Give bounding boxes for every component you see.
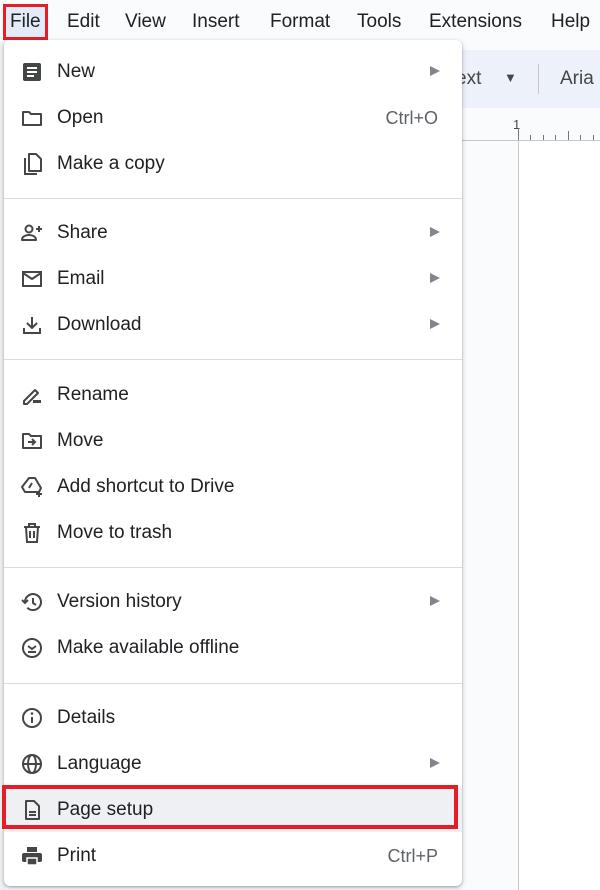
- menu-divider: [4, 198, 462, 199]
- menu-item-label: Page setup: [57, 799, 154, 820]
- menu-item-label: Version history: [57, 591, 182, 612]
- menu-divider: [4, 683, 462, 684]
- history-icon: [20, 590, 44, 614]
- ruler-tick: [580, 135, 581, 140]
- menubar: File Edit View Insert Format Tools Exten…: [0, 0, 600, 42]
- move-folder-icon: [20, 429, 44, 453]
- chevron-down-icon[interactable]: ▼: [504, 70, 517, 85]
- menu-divider: [4, 359, 462, 360]
- submenu-arrow-icon: [430, 596, 440, 606]
- menu-item-label: Move: [57, 430, 104, 451]
- menu-help[interactable]: Help: [547, 9, 594, 35]
- docs-icon: [20, 60, 44, 84]
- ruler-tick: [555, 135, 556, 140]
- submenu-arrow-icon: [430, 66, 440, 76]
- menu-item-move-to-trash[interactable]: Move to trash: [4, 511, 462, 555]
- menu-item-share[interactable]: Share: [4, 211, 462, 255]
- folder-icon: [20, 106, 44, 130]
- offline-icon: [20, 636, 44, 660]
- menu-item-label: Email: [57, 268, 105, 289]
- info-icon: [20, 706, 44, 730]
- menu-format[interactable]: Format: [266, 9, 334, 35]
- file-menu: New Open Ctrl+O Make a copy Share Email …: [4, 40, 462, 886]
- menu-item-add-shortcut[interactable]: Add shortcut to Drive: [4, 465, 462, 509]
- ruler-tick: [593, 135, 594, 140]
- menu-item-label: Share: [57, 222, 108, 243]
- menu-item-label: Make available offline: [57, 637, 240, 658]
- menu-item-label: Add shortcut to Drive: [57, 476, 235, 497]
- menu-item-label: Download: [57, 314, 142, 335]
- menu-item-language[interactable]: Language: [4, 742, 462, 786]
- ruler-tick: [518, 128, 519, 140]
- menu-item-label: New: [57, 61, 96, 82]
- menu-item-label: Make a copy: [57, 153, 165, 174]
- submenu-arrow-icon: [430, 319, 440, 329]
- person-add-icon: [20, 221, 44, 245]
- menu-item-version-history[interactable]: Version history: [4, 580, 462, 624]
- download-icon: [20, 313, 44, 337]
- menu-item-email[interactable]: Email: [4, 257, 462, 301]
- menu-item-make-a-copy[interactable]: Make a copy: [4, 142, 462, 186]
- menu-item-new[interactable]: New: [4, 50, 462, 94]
- menu-item-label: Language: [57, 753, 142, 774]
- menu-item-download[interactable]: Download: [4, 303, 462, 347]
- menu-item-label: Rename: [57, 384, 129, 405]
- menu-item-print[interactable]: Print Ctrl+P: [4, 834, 462, 878]
- toolbar: ext ▼ Aria: [440, 50, 600, 108]
- menu-view[interactable]: View: [121, 9, 170, 35]
- menu-item-move[interactable]: Move: [4, 419, 462, 463]
- menu-item-make-available-offline[interactable]: Make available offline: [4, 626, 462, 670]
- document-page[interactable]: [518, 141, 600, 890]
- submenu-arrow-icon: [430, 758, 440, 768]
- menu-item-rename[interactable]: Rename: [4, 373, 462, 417]
- menu-item-details[interactable]: Details: [4, 696, 462, 740]
- menu-insert[interactable]: Insert: [188, 9, 244, 35]
- trash-icon: [20, 521, 44, 545]
- menu-file[interactable]: File: [3, 4, 48, 40]
- menu-edit[interactable]: Edit: [63, 9, 104, 35]
- menu-divider: [4, 567, 462, 568]
- menu-item-label: Print: [57, 845, 97, 866]
- globe-icon: [20, 752, 44, 776]
- copy-icon: [20, 152, 44, 176]
- menu-item-page-setup[interactable]: Page setup: [4, 788, 462, 832]
- menu-item-label: Move to trash: [57, 522, 173, 543]
- ruler-tick: [530, 135, 531, 140]
- font-select[interactable]: Aria: [560, 68, 594, 90]
- rename-pencil-icon: [20, 383, 44, 407]
- menu-tools[interactable]: Tools: [353, 9, 405, 35]
- toolbar-divider: [538, 64, 539, 94]
- submenu-arrow-icon: [430, 273, 440, 283]
- ruler-label: 1: [513, 117, 521, 132]
- page-icon: [20, 798, 44, 822]
- submenu-arrow-icon: [430, 227, 440, 237]
- drive-shortcut-icon: [20, 475, 44, 499]
- shortcut-label: Ctrl+P: [387, 846, 438, 866]
- menu-item-label: Open: [57, 107, 104, 128]
- menu-item-open[interactable]: Open Ctrl+O: [4, 96, 462, 140]
- print-icon: [20, 844, 44, 868]
- menu-item-label: Details: [57, 707, 116, 728]
- shortcut-label: Ctrl+O: [385, 108, 438, 128]
- email-icon: [20, 267, 44, 291]
- menu-extensions[interactable]: Extensions: [425, 9, 526, 35]
- ruler-tick: [543, 135, 544, 140]
- ruler-tick: [568, 131, 569, 140]
